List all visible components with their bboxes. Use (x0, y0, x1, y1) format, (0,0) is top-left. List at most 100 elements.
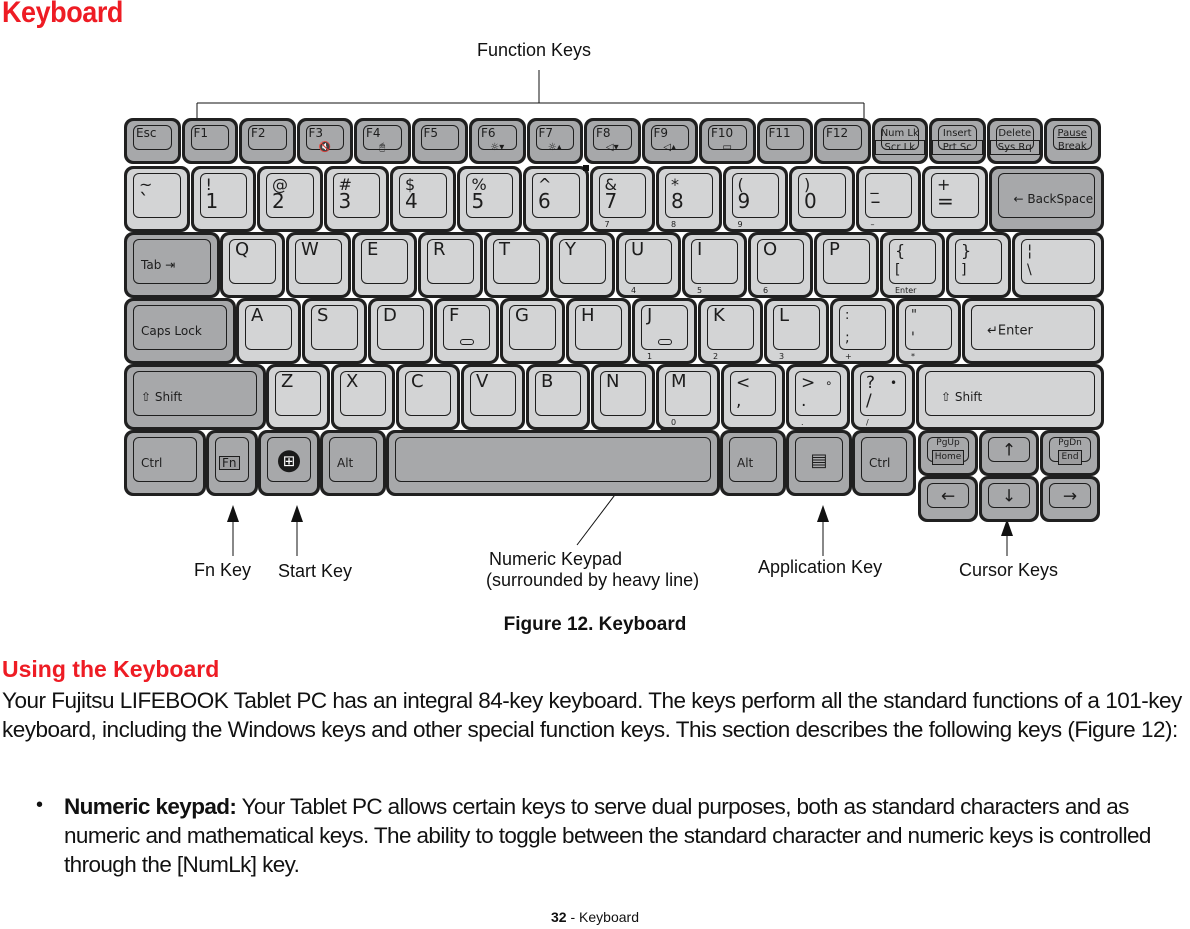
key-f7[interactable]: F7 ☼▴ (526, 118, 583, 164)
key-space[interactable] (386, 430, 720, 496)
key-caps-lock[interactable]: Caps Lock (124, 298, 236, 364)
key-legend: ⇧ Shift (941, 390, 983, 404)
key-y[interactable]: Y (550, 232, 615, 298)
key-insert[interactable]: Insert Prt Sc (929, 118, 986, 164)
key-n[interactable]: N (591, 364, 655, 430)
key-u[interactable]: U4 (616, 232, 681, 298)
key-legend: R (433, 239, 446, 260)
key-o[interactable]: O6 (748, 232, 813, 298)
key-legend: Y (565, 239, 576, 260)
key-ctrl-left[interactable]: Ctrl (124, 430, 206, 496)
key-esc[interactable]: Esc (124, 118, 181, 164)
key-e[interactable]: E (352, 232, 417, 298)
key-f4[interactable]: F4 🖱 (354, 118, 411, 164)
key-s[interactable]: S (302, 298, 367, 364)
key-cap: Alt (723, 433, 783, 493)
key-enter[interactable]: ↵Enter (962, 298, 1104, 364)
key-symbol[interactable]: }] (946, 232, 1011, 298)
key-7[interactable]: & 7 7 (589, 166, 655, 232)
key-9[interactable]: (9 9 (722, 166, 788, 232)
key-f1[interactable]: F1 (181, 118, 238, 164)
key-1[interactable]: ! 1 (190, 166, 256, 232)
key-arrow-up[interactable]: ↑ (979, 430, 1039, 476)
key-f[interactable]: F (434, 298, 499, 364)
key-b[interactable]: B (526, 364, 590, 430)
key-cap: F3 🔇 (299, 121, 350, 161)
key-p[interactable]: P (814, 232, 879, 298)
intro-paragraph: Your Fujitsu LIFEBOOK Tablet PC has an i… (2, 688, 1182, 742)
key-a[interactable]: A (236, 298, 301, 364)
key-–[interactable]: _ – – (855, 166, 921, 232)
key-pause[interactable]: Pause Break (1044, 118, 1101, 164)
key-l[interactable]: L3 (764, 298, 829, 364)
key-f10[interactable]: F10 ▭ (699, 118, 756, 164)
key-f2[interactable]: F2 (239, 118, 296, 164)
key-num-lk[interactable]: Num Lk Scr Lk (871, 118, 928, 164)
key-symbol[interactable]: ¦ \ (1012, 232, 1104, 298)
key-legend-shift: > (801, 373, 816, 393)
key-f12[interactable]: F12 (814, 118, 871, 164)
key-symbol[interactable]: :; + (830, 298, 895, 364)
key-symbol[interactable]: >. ∘. (786, 364, 850, 430)
key-symbol[interactable]: {[Enter (880, 232, 945, 298)
key-=[interactable]: + = (922, 166, 988, 232)
key-alt-right[interactable]: Alt (720, 430, 786, 496)
key-`[interactable]: ~ ` (124, 166, 190, 232)
key-legend: J (647, 305, 653, 326)
key-f3[interactable]: F3 🔇 (296, 118, 353, 164)
page-footer: 32 - Keyboard (0, 909, 1190, 925)
key-k[interactable]: K2 (698, 298, 763, 364)
key-m[interactable]: M0 (656, 364, 720, 430)
key-g[interactable]: G (500, 298, 565, 364)
key-2[interactable]: @2 (257, 166, 323, 232)
key-start[interactable]: ⊞ (258, 430, 320, 496)
key-shift-right[interactable]: ⇧ Shift (916, 364, 1104, 430)
key-legend: Z (281, 371, 294, 392)
key-symbol[interactable]: <, (721, 364, 785, 430)
key-tab[interactable]: Tab ⇥ (124, 232, 220, 298)
key-0[interactable]: ) 0 (789, 166, 855, 232)
key-cap: P (817, 235, 876, 295)
key-fn[interactable]: Fn (206, 430, 258, 496)
key-6[interactable]: ^ 6 (523, 166, 589, 232)
key-pgdn-end[interactable]: PgDn End (1040, 430, 1100, 476)
key-v[interactable]: V (461, 364, 525, 430)
key-legend-bottom: Break (1057, 141, 1087, 152)
key-pgup-home[interactable]: PgUp Home (918, 430, 978, 476)
key-legend-bottom: Scr Lk (874, 140, 925, 155)
key-x[interactable]: X (331, 364, 395, 430)
key-arrow-right[interactable]: → (1040, 476, 1100, 522)
key-alt-left[interactable]: Alt (320, 430, 386, 496)
key-shift-left[interactable]: ⇧ Shift (124, 364, 266, 430)
key-8[interactable]: * 8 8 (656, 166, 722, 232)
key-q[interactable]: Q (220, 232, 285, 298)
key-4[interactable]: $4 (390, 166, 456, 232)
key-j[interactable]: J1 (632, 298, 697, 364)
key-f8[interactable]: F8 ◁▾ (584, 118, 641, 164)
key-h[interactable]: H (566, 298, 631, 364)
key-z[interactable]: Z (266, 364, 330, 430)
key-ctrl-right[interactable]: Ctrl (852, 430, 916, 496)
key-f9[interactable]: F9 ◁▴ (641, 118, 698, 164)
key-5[interactable]: % 5 (456, 166, 522, 232)
key-w[interactable]: W (286, 232, 351, 298)
key-cap: F8 ◁▾ (587, 121, 638, 161)
key-f11[interactable]: F11 (756, 118, 813, 164)
key-cap: PgUp Home (921, 433, 975, 473)
key-symbol[interactable]: " ' * (896, 298, 961, 364)
key-r[interactable]: R (418, 232, 483, 298)
key-d[interactable]: D (368, 298, 433, 364)
key-arrow-down[interactable]: ↓ (979, 476, 1039, 522)
key-backspace[interactable]: ← BackSpace (988, 166, 1104, 232)
key-cap: U4 (619, 235, 678, 295)
key-f5[interactable]: F5 (411, 118, 468, 164)
key-symbol[interactable]: ? / • / (851, 364, 915, 430)
key-i[interactable]: I5 (682, 232, 747, 298)
key-delete[interactable]: Delete Sys Rq (986, 118, 1043, 164)
key-f6[interactable]: F6 ☼▾ (469, 118, 526, 164)
key-arrow-left[interactable]: ← (918, 476, 978, 522)
key-application[interactable]: ▤ (786, 430, 852, 496)
key-c[interactable]: C (396, 364, 460, 430)
key-3[interactable]: #3 (323, 166, 389, 232)
key-t[interactable]: T (484, 232, 549, 298)
